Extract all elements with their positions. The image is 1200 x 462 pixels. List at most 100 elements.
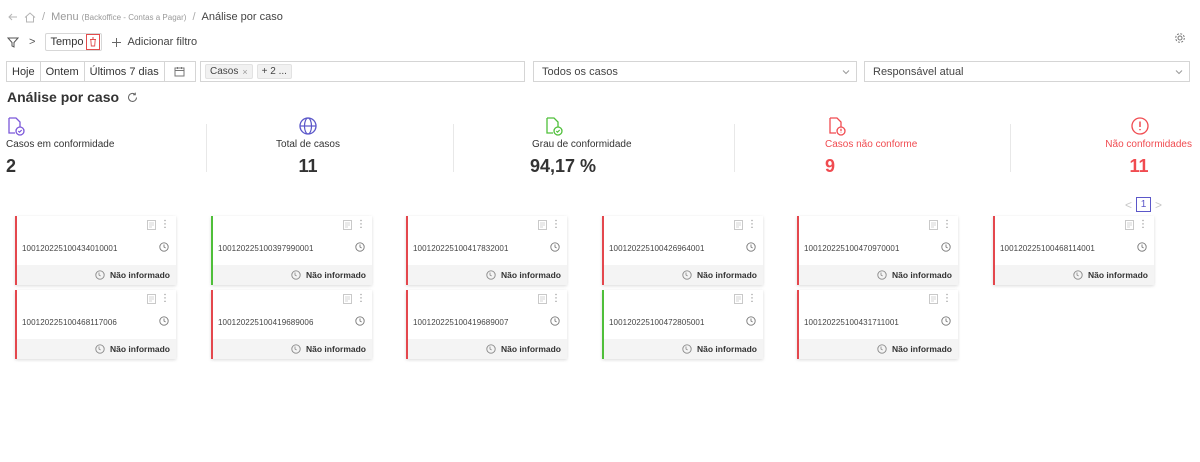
more-options-icon[interactable]: ⋮ (942, 294, 952, 304)
divider (453, 124, 454, 172)
more-options-icon[interactable]: ⋮ (356, 294, 366, 304)
case-card[interactable]: ⋮ 100120225100417832001 Não informado (406, 216, 567, 285)
breadcrumb-menu-label[interactable]: Menu (51, 11, 79, 23)
back-arrow-icon[interactable] (8, 12, 18, 22)
divider (1010, 124, 1011, 172)
clock-alert-icon (95, 270, 106, 280)
breadcrumb-menu[interactable]: Menu (Backoffice - Contas a Pagar) (51, 11, 186, 23)
case-card[interactable]: ⋮ 100120225100419689006 Não informado (211, 290, 372, 359)
pagination-page-current[interactable]: 1 (1135, 197, 1151, 212)
case-card[interactable]: ⋮ 100120225100419689007 Não informado (406, 290, 567, 359)
case-id: 100120225100419689006 (218, 318, 314, 327)
status-dropdown[interactable]: Todos os casos (533, 61, 857, 82)
case-id: 100120225100468117006 (22, 318, 117, 327)
case-card[interactable]: ⋮ 100120225100470970001 Não informado (797, 216, 958, 285)
clock-alert-icon (877, 344, 888, 354)
clock-icon (355, 316, 365, 326)
metric-value: 94,17 % (530, 156, 597, 176)
doc-check-icon (6, 116, 114, 136)
date-option-last-7-days[interactable]: Últimos 7 dias (85, 62, 165, 81)
case-status-text: Não informado (892, 270, 952, 280)
metrics-summary: Casos em conformidade 2 Total de casos 1… (0, 116, 1200, 178)
case-card[interactable]: ⋮ 100120225100468117006 Não informado (15, 290, 176, 359)
case-card[interactable]: ⋮ 100120225100426964001 Não informado (602, 216, 763, 285)
metric-label: Não conformidades (1105, 139, 1192, 150)
doc-check-icon (530, 116, 640, 136)
card-actions: ⋮ (343, 220, 366, 230)
document-icon[interactable] (1125, 220, 1134, 230)
document-icon[interactable] (929, 220, 938, 230)
case-card[interactable]: ⋮ 100120225100434010001 Não informado (15, 216, 176, 285)
trash-icon[interactable] (86, 34, 101, 50)
home-icon[interactable] (24, 11, 36, 23)
document-icon[interactable] (147, 220, 156, 230)
document-icon[interactable] (538, 294, 547, 304)
case-id: 100120225100397990001 (218, 244, 314, 253)
case-card[interactable]: ⋮ 100120225100468114001 Não informado (993, 216, 1154, 285)
filter-icon[interactable] (7, 37, 19, 48)
cases-multiselect[interactable]: Casos × + 2 ... (200, 61, 525, 82)
document-icon[interactable] (929, 294, 938, 304)
clock-alert-icon (486, 344, 497, 354)
date-option-today[interactable]: Hoje (7, 62, 41, 81)
case-id: 100120225100419689007 (413, 318, 509, 327)
tag-remove-icon[interactable]: × (242, 67, 247, 77)
doc-alert-icon (825, 116, 935, 136)
divider (734, 124, 735, 172)
metric-value: 9 (825, 156, 836, 176)
calendar-icon[interactable] (165, 66, 195, 77)
more-options-icon[interactable]: ⋮ (160, 220, 170, 230)
gear-icon[interactable] (1174, 32, 1186, 44)
case-card[interactable]: ⋮ 100120225100431711001 Não informado (797, 290, 958, 359)
document-icon[interactable] (147, 294, 156, 304)
date-range-selector: Hoje Ontem Últimos 7 dias (6, 61, 196, 82)
card-actions: ⋮ (734, 294, 757, 304)
document-icon[interactable] (343, 294, 352, 304)
metric-nonconformities: Não conformidades 11 (1086, 116, 1192, 178)
date-option-yesterday[interactable]: Ontem (41, 62, 85, 81)
filter-expand-chevron[interactable]: > (29, 36, 35, 48)
more-options-icon[interactable]: ⋮ (747, 220, 757, 230)
metric-label: Casos não conforme (825, 139, 918, 150)
case-card[interactable]: ⋮ 100120225100472805001 Não informado (602, 290, 763, 359)
case-status-text: Não informado (501, 344, 561, 354)
more-tags-indicator[interactable]: + 2 ... (256, 64, 292, 79)
clock-icon (159, 316, 169, 326)
refresh-icon[interactable] (127, 92, 138, 103)
case-card-status: Não informado (213, 339, 372, 359)
filter-chip-tempo[interactable]: Tempo (45, 33, 103, 51)
pagination-next[interactable]: > (1155, 198, 1162, 212)
more-options-icon[interactable]: ⋮ (1138, 220, 1148, 230)
metric-compliant-cases: Casos em conformidade 2 (6, 116, 114, 178)
document-icon[interactable] (734, 294, 743, 304)
more-options-icon[interactable]: ⋮ (160, 294, 170, 304)
filter-bar: > Tempo Adicionar filtro (7, 32, 197, 52)
card-actions: ⋮ (343, 294, 366, 304)
metric-label: Total de casos (276, 139, 340, 150)
more-options-icon[interactable]: ⋮ (551, 294, 561, 304)
card-actions: ⋮ (929, 220, 952, 230)
case-status-text: Não informado (110, 344, 170, 354)
case-status-text: Não informado (892, 344, 952, 354)
more-options-icon[interactable]: ⋮ (942, 220, 952, 230)
more-options-icon[interactable]: ⋮ (551, 220, 561, 230)
pagination-prev[interactable]: < (1125, 198, 1132, 212)
document-icon[interactable] (343, 220, 352, 230)
card-actions: ⋮ (147, 220, 170, 230)
more-options-icon[interactable]: ⋮ (747, 294, 757, 304)
case-status-text: Não informado (306, 344, 366, 354)
breadcrumb-separator: / (192, 11, 196, 23)
case-card[interactable]: ⋮ 100120225100397990001 Não informado (211, 216, 372, 285)
clock-icon (941, 316, 951, 326)
filter-chip-label: Tempo (50, 36, 84, 48)
document-icon[interactable] (538, 220, 547, 230)
case-card-status: Não informado (17, 339, 176, 359)
case-id: 100120225100468114001 (1000, 244, 1095, 253)
document-icon[interactable] (734, 220, 743, 230)
responsible-dropdown[interactable]: Responsável atual (864, 61, 1190, 82)
case-card-status: Não informado (799, 265, 958, 285)
more-options-icon[interactable]: ⋮ (356, 220, 366, 230)
divider (206, 124, 207, 172)
case-card-status: Não informado (604, 339, 763, 359)
add-filter-button[interactable]: Adicionar filtro (112, 36, 197, 48)
